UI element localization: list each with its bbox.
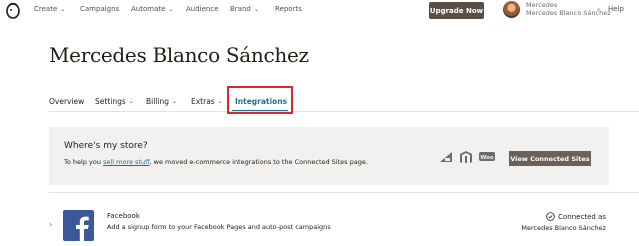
tab-extras[interactable]: Extras ⌄ xyxy=(191,97,223,106)
facebook-icon xyxy=(63,210,94,241)
integration-name: Facebook xyxy=(107,212,140,220)
highlight-box xyxy=(227,86,293,114)
woo-logo-text: Woo xyxy=(480,155,494,161)
top-nav: Create ⌄ Campaigns Automate ⌄ Audience B… xyxy=(0,0,639,22)
avatar[interactable] xyxy=(503,1,520,18)
sell-more-stuff-link[interactable]: sell more stuff xyxy=(103,158,150,166)
mailchimp-logo-icon[interactable] xyxy=(5,2,21,19)
nav-audience-label: Audience xyxy=(186,5,219,13)
connected-user: Mercedes Blanco Sánchez xyxy=(521,224,606,232)
nav-create-label: Create xyxy=(34,5,58,13)
section-divider xyxy=(49,192,639,193)
nav-brand-label: Brand xyxy=(230,5,251,13)
bigcommerce-icon xyxy=(440,152,452,162)
notice-text-before: To help you xyxy=(64,158,104,166)
nav-automate[interactable]: Automate ⌄ xyxy=(131,5,173,13)
nav-audience[interactable]: Audience xyxy=(186,5,219,13)
chevron-down-icon: ⌄ xyxy=(172,98,178,105)
chevron-down-icon: ⌄ xyxy=(168,5,174,13)
chevron-right-icon[interactable]: › xyxy=(49,220,52,229)
integration-description: Add a signup form to your Facebook Pages… xyxy=(107,223,331,231)
tab-overview[interactable]: Overview xyxy=(49,97,84,106)
tab-billing[interactable]: Billing ⌄ xyxy=(146,97,177,106)
nav-automate-label: Automate xyxy=(131,5,166,13)
chevron-down-icon[interactable]: ⌄ xyxy=(596,5,601,12)
nav-campaigns[interactable]: Campaigns xyxy=(80,5,119,13)
chevron-down-icon: ⌄ xyxy=(253,5,259,13)
chevron-down-icon: ⌄ xyxy=(60,5,66,13)
view-connected-sites-button[interactable]: View Connected Sites xyxy=(509,151,591,166)
check-circle-icon xyxy=(546,212,555,221)
notice-title: Where's my store? xyxy=(64,141,148,151)
upgrade-now-button[interactable]: Upgrade Now xyxy=(429,2,484,19)
tab-settings[interactable]: Settings ⌄ xyxy=(95,97,134,106)
woocommerce-icon: Woo xyxy=(479,152,495,161)
chevron-down-icon: ⌄ xyxy=(217,98,223,105)
nav-reports[interactable]: Reports xyxy=(275,5,302,13)
nav-brand[interactable]: Brand ⌄ xyxy=(230,5,259,13)
tab-extras-label: Extras xyxy=(191,97,215,106)
tab-overview-label: Overview xyxy=(49,97,85,106)
nav-create[interactable]: Create ⌄ xyxy=(34,5,65,13)
store-icons: Woo xyxy=(439,151,495,163)
nav-reports-label: Reports xyxy=(275,5,302,13)
connection-status: Connected as xyxy=(546,212,606,221)
store-notice-card: Where's my store? To help you sell more … xyxy=(49,127,609,185)
nav-campaigns-label: Campaigns xyxy=(80,5,120,13)
magento-icon xyxy=(460,151,472,163)
page-title: Mercedes Blanco Sánchez xyxy=(49,43,309,67)
tab-billing-label: Billing xyxy=(146,97,169,106)
help-link[interactable]: Help xyxy=(608,5,624,13)
tabs-divider xyxy=(49,111,639,112)
connection-status-label: Connected as xyxy=(558,212,606,221)
tab-settings-label: Settings xyxy=(95,97,126,106)
notice-text: To help you sell more stuff, we moved e-… xyxy=(64,158,368,166)
chevron-down-icon: ⌄ xyxy=(128,98,134,105)
notice-text-after: , we moved e-commerce integrations to th… xyxy=(149,158,368,166)
